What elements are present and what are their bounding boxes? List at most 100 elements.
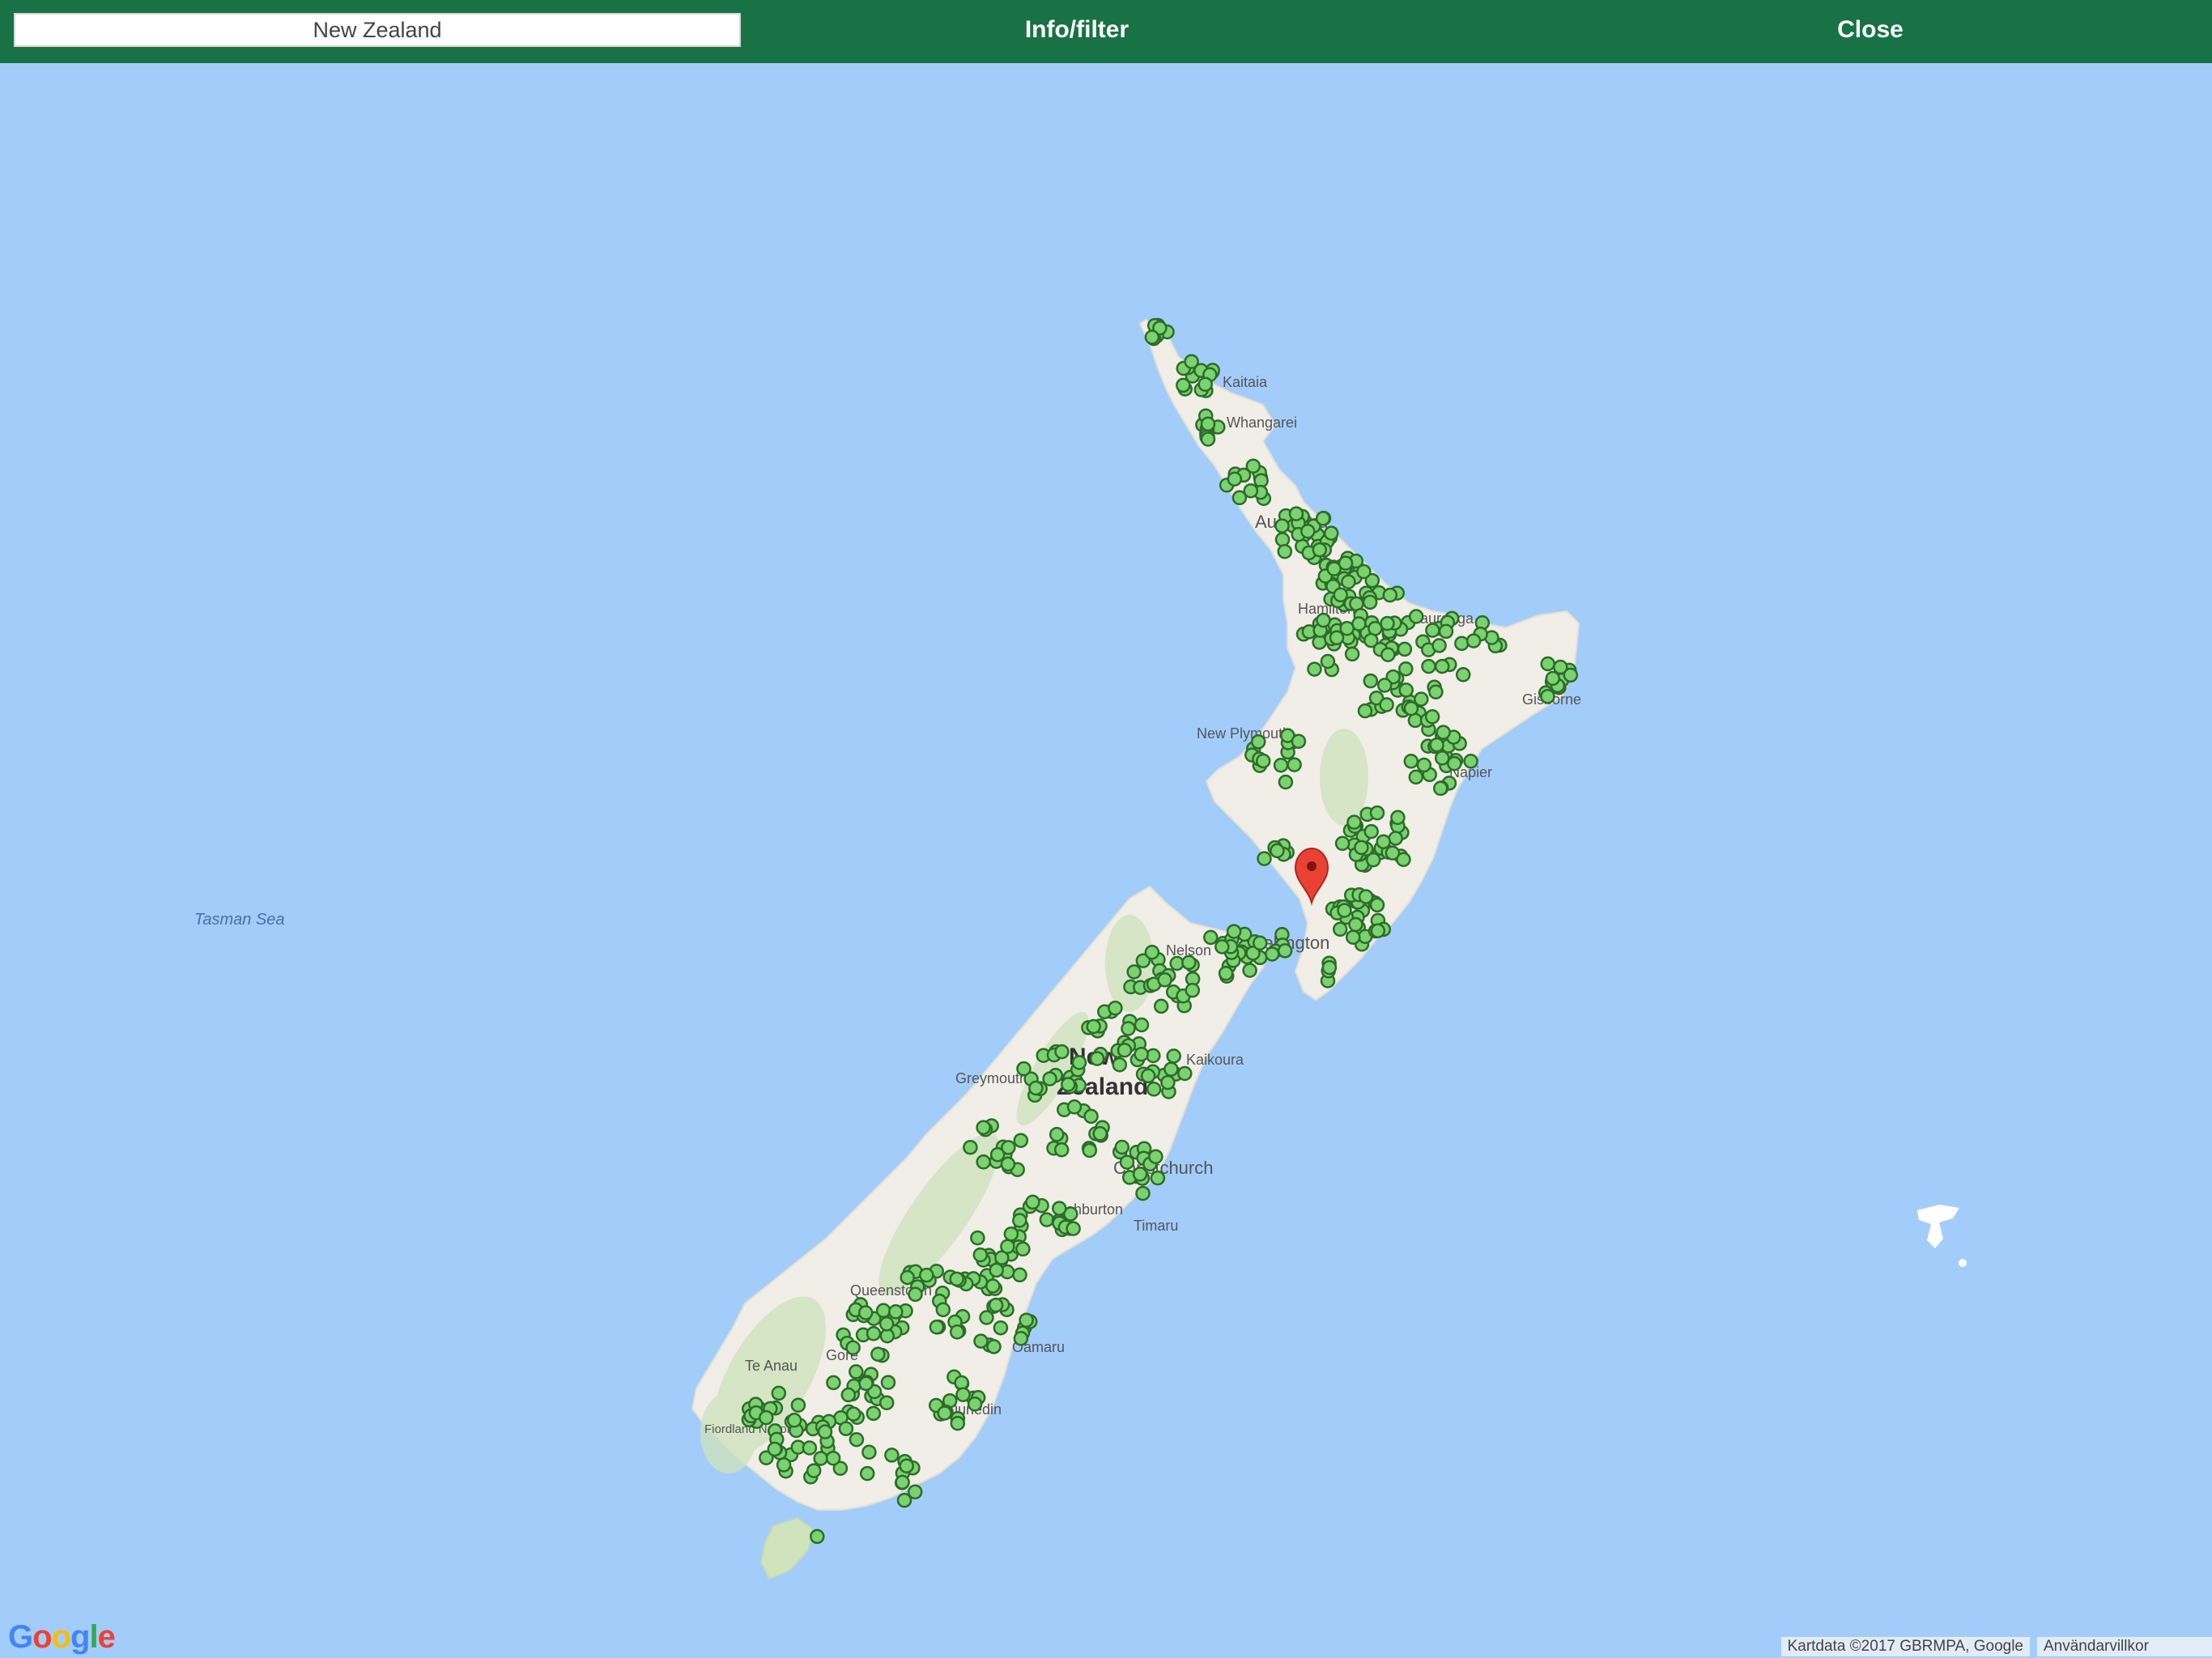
- location-marker[interactable]: [1250, 733, 1266, 750]
- location-marker[interactable]: [954, 1375, 969, 1391]
- location-marker[interactable]: [1436, 725, 1451, 740]
- location-marker[interactable]: [1348, 916, 1363, 933]
- location-marker[interactable]: [1243, 483, 1259, 499]
- location-marker[interactable]: [776, 1457, 792, 1473]
- location-marker[interactable]: [1545, 670, 1561, 687]
- map-canvas[interactable]: Tasman Sea Kaitaia Whangarei Auckland Ha…: [0, 63, 2212, 1658]
- location-marker[interactable]: [1019, 1312, 1034, 1328]
- location-marker[interactable]: [875, 1303, 891, 1319]
- location-marker[interactable]: [1376, 834, 1391, 849]
- location-marker[interactable]: [955, 1387, 971, 1402]
- location-marker[interactable]: [1356, 563, 1372, 580]
- location-marker[interactable]: [950, 1415, 966, 1431]
- location-marker[interactable]: [988, 1297, 1004, 1313]
- location-marker[interactable]: [1054, 1044, 1070, 1060]
- location-marker[interactable]: [840, 1387, 857, 1403]
- location-marker[interactable]: [976, 1120, 991, 1135]
- location-marker[interactable]: [888, 1304, 904, 1320]
- location-marker[interactable]: [1429, 737, 1444, 753]
- location-marker[interactable]: [1083, 1108, 1099, 1124]
- location-marker[interactable]: [1346, 814, 1362, 830]
- location-marker[interactable]: [1307, 661, 1322, 677]
- location-marker[interactable]: [1398, 661, 1414, 677]
- location-marker[interactable]: [1329, 630, 1345, 646]
- location-marker[interactable]: [1334, 835, 1351, 852]
- location-marker[interactable]: [817, 1424, 833, 1439]
- location-marker[interactable]: [1398, 682, 1414, 698]
- search-input[interactable]: [14, 13, 741, 47]
- close-button[interactable]: Close: [1725, 0, 2016, 63]
- location-marker[interactable]: [1397, 641, 1413, 657]
- location-marker[interactable]: [935, 1302, 951, 1318]
- location-marker[interactable]: [896, 1492, 912, 1508]
- location-marker[interactable]: [1363, 673, 1379, 689]
- location-marker[interactable]: [1203, 929, 1219, 946]
- location-marker[interactable]: [1390, 810, 1406, 826]
- location-marker[interactable]: [1369, 897, 1385, 913]
- location-marker[interactable]: [1214, 939, 1230, 954]
- location-marker[interactable]: [1144, 944, 1160, 960]
- location-marker[interactable]: [1181, 954, 1197, 971]
- location-marker[interactable]: [1013, 1133, 1029, 1148]
- location-marker[interactable]: [845, 1406, 861, 1422]
- location-marker[interactable]: [857, 1305, 874, 1320]
- location-marker[interactable]: [900, 1269, 915, 1286]
- location-marker[interactable]: [1277, 543, 1293, 559]
- location-marker[interactable]: [1086, 1018, 1101, 1035]
- location-marker[interactable]: [1403, 700, 1419, 716]
- location-marker[interactable]: [1082, 1142, 1098, 1158]
- location-marker[interactable]: [802, 1440, 818, 1456]
- location-marker[interactable]: [866, 1405, 882, 1422]
- location-marker[interactable]: [1134, 1017, 1150, 1033]
- location-marker[interactable]: [1140, 1068, 1156, 1084]
- location-marker[interactable]: [985, 1278, 1001, 1294]
- location-marker[interactable]: [1001, 1140, 1016, 1155]
- location-marker[interactable]: [1408, 609, 1424, 624]
- location-marker[interactable]: [908, 1286, 923, 1303]
- location-marker[interactable]: [1337, 903, 1352, 918]
- location-marker[interactable]: [1403, 754, 1419, 769]
- location-marker[interactable]: [880, 1375, 896, 1390]
- location-marker[interactable]: [1463, 754, 1478, 769]
- location-marker[interactable]: [1333, 587, 1348, 603]
- location-marker[interactable]: [1245, 458, 1261, 474]
- location-marker[interactable]: [1042, 1071, 1057, 1086]
- location-marker[interactable]: [1332, 921, 1348, 937]
- location-marker[interactable]: [1455, 667, 1471, 682]
- location-marker[interactable]: [1016, 1061, 1032, 1077]
- location-marker[interactable]: [1252, 935, 1268, 951]
- location-marker[interactable]: [1438, 623, 1454, 640]
- location-marker[interactable]: [1428, 684, 1444, 699]
- location-marker[interactable]: [1382, 587, 1398, 603]
- location-marker[interactable]: [1134, 1046, 1149, 1062]
- location-marker[interactable]: [1112, 1056, 1128, 1073]
- location-marker[interactable]: [1184, 354, 1199, 369]
- location-marker[interactable]: [1157, 972, 1172, 988]
- location-marker[interactable]: [929, 1319, 945, 1335]
- location-marker[interactable]: [767, 1441, 783, 1457]
- location-marker[interactable]: [1312, 635, 1327, 650]
- location-marker[interactable]: [858, 1375, 874, 1392]
- location-marker[interactable]: [759, 1409, 774, 1426]
- location-marker[interactable]: [973, 1333, 989, 1349]
- location-marker[interactable]: [949, 1271, 964, 1287]
- location-marker[interactable]: [1345, 929, 1361, 945]
- location-marker[interactable]: [1255, 753, 1271, 769]
- location-marker[interactable]: [1028, 1080, 1044, 1096]
- location-marker[interactable]: [1369, 805, 1385, 821]
- location-marker[interactable]: [1315, 511, 1331, 526]
- location-marker[interactable]: [1320, 653, 1336, 670]
- location-marker[interactable]: [1341, 574, 1356, 589]
- location-marker[interactable]: [1177, 1065, 1193, 1082]
- location-marker[interactable]: [1287, 757, 1302, 772]
- location-marker[interactable]: [1278, 774, 1294, 790]
- location-marker[interactable]: [1380, 615, 1395, 631]
- location-marker[interactable]: [1425, 623, 1440, 638]
- location-marker[interactable]: [1108, 1000, 1123, 1016]
- location-marker[interactable]: [1242, 963, 1257, 978]
- location-marker[interactable]: [963, 1139, 978, 1155]
- location-marker[interactable]: [1363, 823, 1379, 840]
- location-marker[interactable]: [1163, 1061, 1179, 1077]
- location-marker[interactable]: [1344, 646, 1360, 662]
- location-marker[interactable]: [1166, 1048, 1181, 1064]
